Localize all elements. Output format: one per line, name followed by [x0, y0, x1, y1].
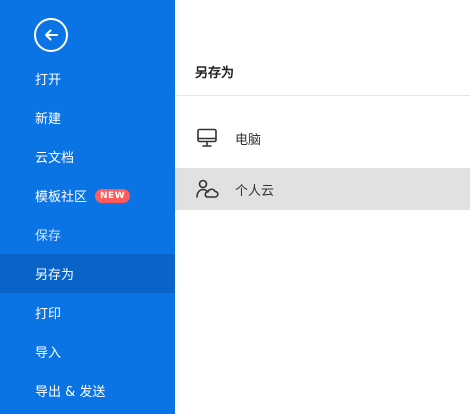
arrow-left-icon	[45, 29, 58, 41]
sidebar-item-open[interactable]: 打开	[0, 59, 175, 98]
sidebar-item-cloud-docs[interactable]: 云文档	[0, 137, 175, 176]
save-as-panel: 另存为 电脑 个人云	[175, 0, 470, 414]
save-location-label: 电脑	[235, 132, 262, 148]
save-location-personal-cloud[interactable]: 个人云	[175, 168, 470, 210]
save-location-list: 电脑 个人云	[175, 117, 470, 210]
back-button[interactable]	[34, 18, 68, 52]
sidebar-menu: 打开 新建 云文档 模板社区 NEW 保存 另存为 打印 导入 导出 & 发送	[0, 59, 175, 410]
monitor-icon	[195, 126, 219, 150]
save-location-computer[interactable]: 电脑	[175, 117, 470, 159]
sidebar-item-import[interactable]: 导入	[0, 332, 175, 371]
sidebar-item-label: 打开	[35, 73, 62, 88]
sidebar: 打开 新建 云文档 模板社区 NEW 保存 另存为 打印 导入 导出 & 发送	[0, 0, 175, 414]
user-cloud-icon	[195, 177, 219, 201]
sidebar-item-new[interactable]: 新建	[0, 98, 175, 137]
save-location-label: 个人云	[235, 183, 275, 199]
sidebar-item-template-community[interactable]: 模板社区 NEW	[0, 176, 175, 215]
sidebar-item-label: 另存为	[35, 268, 75, 283]
sidebar-item-label: 新建	[35, 112, 62, 127]
sidebar-item-label: 导入	[35, 346, 62, 361]
sidebar-item-save[interactable]: 保存	[0, 215, 175, 254]
sidebar-item-label: 保存	[35, 229, 62, 244]
backstage-view: 打开 新建 云文档 模板社区 NEW 保存 另存为 打印 导入 导出 & 发送 …	[0, 0, 470, 414]
sidebar-item-print[interactable]: 打印	[0, 293, 175, 332]
new-badge: NEW	[95, 188, 131, 203]
sidebar-item-label: 导出 & 发送	[35, 385, 106, 400]
sidebar-item-export-send[interactable]: 导出 & 发送	[0, 371, 175, 410]
panel-title: 另存为	[195, 66, 235, 81]
sidebar-item-label: 云文档	[35, 151, 75, 166]
sidebar-item-label: 模板社区	[35, 190, 88, 205]
sidebar-item-label: 打印	[35, 307, 62, 322]
sidebar-item-save-as[interactable]: 另存为	[0, 254, 175, 293]
divider	[175, 95, 470, 96]
